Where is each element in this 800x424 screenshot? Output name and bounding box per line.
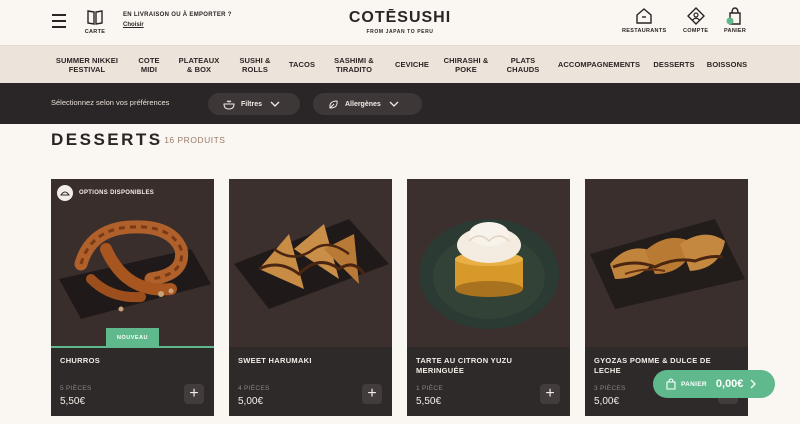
bowl-icon: [223, 99, 235, 110]
product-pieces: 4 PIÈCES: [238, 385, 270, 392]
account-button[interactable]: COMPTE: [683, 7, 708, 34]
product-card[interactable]: OPTIONS DISPONIBLES NOUVEAU CHURROS 5 PI…: [51, 179, 214, 416]
filter-bar: Sélectionnez selon vos préférences Filtr…: [0, 83, 800, 124]
options-badge-label: OPTIONS DISPONIBLES: [79, 190, 155, 196]
allergens-dropdown[interactable]: Allergènes: [313, 93, 422, 115]
nav-item-summer-nikkei-festival[interactable]: SUMMER NIKKEI FESTIVAL: [56, 46, 118, 83]
floating-cart-label: PANIER: [681, 380, 707, 388]
bag-icon: [666, 378, 676, 390]
filters-label: Filtres: [241, 100, 263, 108]
cart-header-button[interactable]: PANIER: [724, 7, 746, 34]
floating-cart-button[interactable]: PANIER 0,00€: [653, 370, 775, 398]
product-card[interactable]: SWEET HARUMAKI 4 PIÈCES 5,00€ +: [229, 179, 392, 416]
product-image: [51, 179, 214, 347]
add-to-cart-button[interactable]: +: [540, 384, 560, 404]
nav-item-desserts[interactable]: DESSERTS: [653, 46, 694, 83]
product-title: CHURROS: [60, 356, 101, 365]
nav-item-sushi-rolls[interactable]: SUSHI & ROLLS: [239, 46, 270, 83]
category-nav: SUMMER NIKKEI FESTIVAL COTE MIDI PLATEAUX &…: [0, 46, 800, 83]
allergens-label: Allergènes: [345, 100, 381, 108]
nav-item-tacos[interactable]: TACOS: [289, 46, 315, 83]
product-price: 5,00€: [238, 396, 264, 407]
options-badge: OPTIONS DISPONIBLES: [57, 185, 154, 201]
logo[interactable]: COTĒSUSHI FROM JAPAN TO PERU: [0, 9, 800, 35]
product-pieces: 5 PIÈCES: [60, 385, 92, 392]
bag-icon: [726, 7, 741, 25]
product-card[interactable]: TARTE AU CITRON YUZU MERINGUÉE 1 PIÈCE 5…: [407, 179, 570, 416]
account-label: COMPTE: [683, 28, 709, 34]
nav-item-accompagnements[interactable]: ACCOMPAGNEMENTS: [558, 46, 640, 83]
product-image: [585, 179, 748, 347]
options-icon: [57, 185, 73, 201]
product-image: [407, 179, 570, 347]
chevron-right-icon: [750, 379, 757, 389]
nav-item-plateaux-box[interactable]: PLATEAUX & BOX: [179, 46, 220, 83]
account-icon: [686, 7, 705, 25]
product-pieces: 1 PIÈCE: [416, 385, 444, 392]
cart-header-label: PANIER: [724, 28, 747, 34]
product-count: - 16 PRODUITS: [158, 135, 226, 145]
product-title: TARTE AU CITRON YUZU MERINGUÉE: [416, 356, 513, 375]
filters-dropdown[interactable]: Filtres: [208, 93, 300, 115]
nav-item-sashimi-tiradito[interactable]: SASHIMI & TIRADITO: [334, 46, 374, 83]
leaf-icon: [328, 99, 339, 110]
restaurants-label: RESTAURANTS: [622, 28, 667, 34]
new-badge-line: [51, 346, 214, 348]
product-price: 5,00€: [594, 396, 620, 407]
store-icon: [636, 8, 652, 24]
add-to-cart-button[interactable]: +: [362, 384, 382, 404]
floating-cart-amount: 0,00€: [715, 378, 744, 390]
nav-item-plats-chauds[interactable]: PLATS CHAUDS: [507, 46, 540, 83]
section-title: DESSERTS: [51, 130, 163, 149]
product-image: [229, 179, 392, 347]
nav-item-boissons[interactable]: BOISSONS: [707, 46, 747, 83]
top-header: CARTE EN LIVRAISON OU À EMPORTER ? Chois…: [0, 0, 800, 46]
product-price: 5,50€: [60, 396, 86, 407]
product-price: 5,50€: [416, 396, 442, 407]
nav-item-cote-midi[interactable]: COTE MIDI: [138, 46, 159, 83]
add-to-cart-button[interactable]: +: [184, 384, 204, 404]
filter-prompt: Sélectionnez selon vos préférences: [51, 98, 170, 107]
logo-tagline: FROM JAPAN TO PERU: [366, 29, 434, 35]
chevron-down-icon: [270, 101, 280, 107]
logo-name: COTĒSUSHI: [348, 9, 452, 26]
product-pieces: 3 PIÈCES: [594, 385, 626, 392]
product-title: SWEET HARUMAKI: [238, 356, 312, 365]
nav-item-ceviche[interactable]: CEVICHE: [395, 46, 429, 83]
nav-item-chirashi-poke[interactable]: CHIRASHI & POKE: [444, 46, 489, 83]
restaurants-button[interactable]: RESTAURANTS: [622, 7, 666, 34]
new-badge: NOUVEAU: [106, 328, 159, 347]
chevron-down-icon: [389, 101, 399, 107]
